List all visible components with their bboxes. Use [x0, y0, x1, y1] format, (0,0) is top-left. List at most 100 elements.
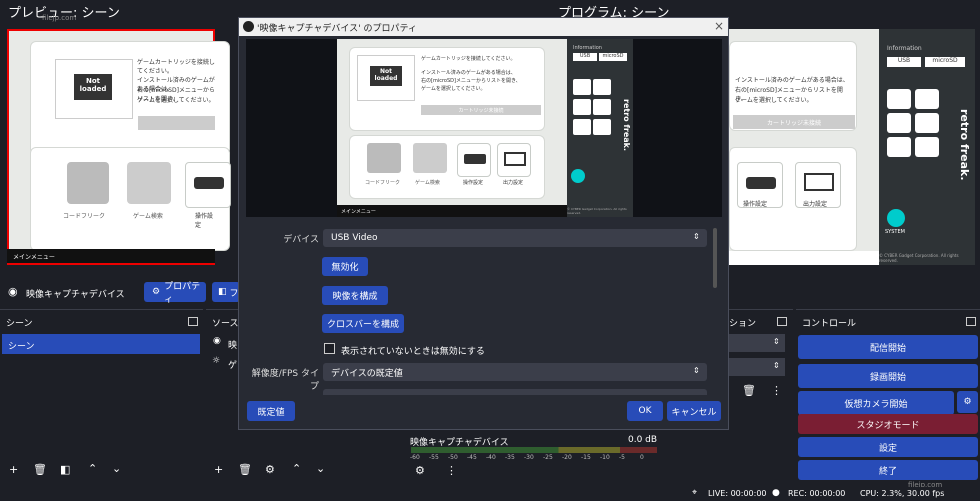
meter-tick: -25 — [543, 454, 553, 461]
meter-tick: -55 — [429, 454, 439, 461]
meter-tick: -50 — [448, 454, 458, 461]
sources-title: ソース — [212, 319, 239, 329]
gamepad-icon — [464, 154, 486, 164]
virtual-camera-settings-button[interactable]: ⚙ — [957, 391, 978, 413]
undock-icon[interactable] — [188, 317, 198, 326]
dlg-game-search-icon — [413, 143, 447, 173]
meter-tick: -60 — [410, 454, 420, 461]
program-cartridge-button: カートリッジ未接続 — [733, 115, 855, 129]
rec-icon: ● — [772, 488, 780, 498]
properties-button[interactable]: ⚙ プロパティ — [144, 282, 206, 305]
side-tile-4 — [915, 113, 939, 133]
source-item-2[interactable]: ゲ — [228, 358, 237, 371]
trash-icon[interactable]: 🗑 — [33, 463, 47, 476]
configure-video-button[interactable]: 映像を構成 — [322, 286, 388, 305]
down-icon[interactable]: ⌄ — [112, 462, 121, 475]
exit-button[interactable]: 終了 — [798, 460, 978, 480]
camera-icon: ◉ — [213, 336, 221, 346]
program-footer — [729, 251, 879, 265]
start-recording-button[interactable]: 録画開始 — [798, 364, 978, 388]
preview-msg: ゲームカートリッジを接続してください。 — [137, 59, 215, 75]
studio-mode-button[interactable]: スタジオモード — [798, 414, 978, 434]
monitor-icon — [804, 173, 834, 191]
game-search-icon — [127, 162, 171, 204]
source-item-1[interactable]: 映 — [228, 338, 237, 351]
volume-meter — [411, 447, 657, 453]
more-icon[interactable]: ⋮ — [771, 384, 782, 397]
settings-button[interactable]: 設定 — [798, 437, 978, 457]
dlg-brand: retro freak. — [622, 99, 631, 152]
add-icon[interactable]: + — [214, 463, 223, 476]
up-icon[interactable]: ⌃ — [292, 462, 301, 475]
chevron-updown-icon: ⇕ — [773, 361, 780, 370]
not-loaded-box: Not loaded — [55, 59, 133, 119]
chevron-updown-icon: ⇕ — [693, 366, 700, 375]
program-system-label: SYSTEM — [885, 229, 905, 235]
scenes-title: シーン — [6, 319, 33, 329]
program-output-label: 出力設定 — [803, 201, 828, 208]
transitions-dock: ション ⇕ ⇕ 🗑 ⋮ — [729, 309, 793, 429]
resolution-value: デバイスの既定値 — [331, 368, 403, 379]
resolution-select[interactable]: デバイスの既定値 ⇕ — [323, 363, 707, 381]
up-icon[interactable]: ⌃ — [88, 462, 97, 475]
dlg-msg2b: 右の[microSD]メニューからリストを開き、 — [421, 78, 521, 84]
live-status: LIVE: 00:00:00 — [708, 489, 767, 498]
preview-msg2c: ゲームを選択してください。 — [137, 97, 215, 104]
scene-item[interactable]: シーン — [2, 334, 200, 354]
status-bar: ⌖ LIVE: 00:00:00 ● REC: 00:00:00 CPU: 2.… — [0, 487, 980, 501]
game-search-label: ゲーム検索 — [133, 213, 163, 220]
undock-icon[interactable] — [966, 317, 976, 326]
deactivate-checkbox-label: 表示されていないときは無効にする — [341, 347, 485, 357]
device-label: デバイス — [283, 235, 319, 245]
start-streaming-button[interactable]: 配信開始 — [798, 335, 978, 359]
code-free-label: コードフリーク — [63, 213, 106, 220]
gear-icon: ⚙ — [963, 397, 972, 407]
program-usb-label: USB — [887, 57, 921, 67]
scene-item-label: シーン — [8, 342, 35, 352]
gear-icon[interactable]: ⚙ — [415, 464, 425, 477]
filter-icon[interactable]: ◧ — [60, 463, 70, 476]
next-select-partial — [323, 389, 707, 395]
trash-icon[interactable]: 🗑 — [238, 463, 252, 476]
system-icon — [571, 169, 585, 183]
add-icon[interactable]: + — [9, 463, 18, 476]
program-copyright: © CYBER Gadget Corporation. All rights r… — [879, 253, 959, 263]
dlg-op-tile — [457, 143, 491, 177]
side-tile-3 — [887, 113, 911, 133]
dlg-copyright: © CYBER Gadget Corporation. All rights r… — [567, 207, 627, 215]
dlg-output-tile — [497, 143, 531, 177]
op-settings-tile — [185, 162, 231, 208]
filter-icon: ◧ — [218, 287, 227, 297]
dlg-code-free-icon — [367, 143, 401, 173]
undock-icon[interactable] — [777, 317, 787, 326]
program-microsd-label: microSD — [925, 57, 965, 67]
more-icon[interactable]: ⋮ — [446, 464, 457, 477]
dlg-side-panel: Information USB microSD retro freak. © C… — [567, 39, 633, 217]
configure-crossbar-button[interactable]: クロスバーを構成 — [322, 314, 404, 333]
scenes-dock: シーン シーン + 🗑 ◧ ⌃ ⌄ — [0, 309, 203, 485]
preview-canvas[interactable]: Not loaded ゲームカートリッジを接続してください。 インストール済みの… — [7, 29, 231, 265]
dlg-not-loaded-box: Not loaded — [357, 55, 415, 101]
disable-button[interactable]: 無効化 — [322, 257, 368, 276]
filters-button[interactable]: ◧ フ — [212, 282, 240, 302]
main-menu-bar: メインメニュー — [7, 249, 215, 263]
start-virtual-camera-button[interactable]: 仮想カメラ開始 — [798, 391, 954, 415]
deactivate-checkbox[interactable] — [324, 343, 335, 354]
defaults-button[interactable]: 既定値 — [247, 401, 295, 421]
gear-icon[interactable]: ⚙ — [265, 463, 275, 476]
close-icon[interactable]: × — [714, 19, 724, 33]
device-select[interactable]: USB Video ⇕ — [323, 229, 707, 247]
dlg-msg: ゲームカートリッジを接続してください。 — [421, 56, 516, 62]
ok-button[interactable]: OK — [627, 401, 663, 421]
program-msg2a: インストール済みのゲームがある場合は、 — [735, 77, 849, 84]
trash-icon[interactable]: 🗑 — [742, 384, 756, 397]
gamepad-icon: ☼ — [212, 356, 221, 366]
dialog-scrollbar[interactable] — [713, 228, 717, 288]
cpu-status: CPU: 2.3%, 30.00 fps — [860, 489, 945, 498]
dialog-preview-area: Not loaded ゲームカートリッジを接続してください。 インストール済みの… — [246, 39, 722, 217]
dlg-side-tile-3 — [573, 99, 591, 115]
program-canvas: インストール済みのゲームがある場合は、 右の[microSD]メニューからリスト… — [729, 29, 975, 265]
down-icon[interactable]: ⌄ — [316, 462, 325, 475]
cancel-button[interactable]: キャンセル — [667, 401, 721, 421]
side-tile-6 — [915, 137, 939, 157]
